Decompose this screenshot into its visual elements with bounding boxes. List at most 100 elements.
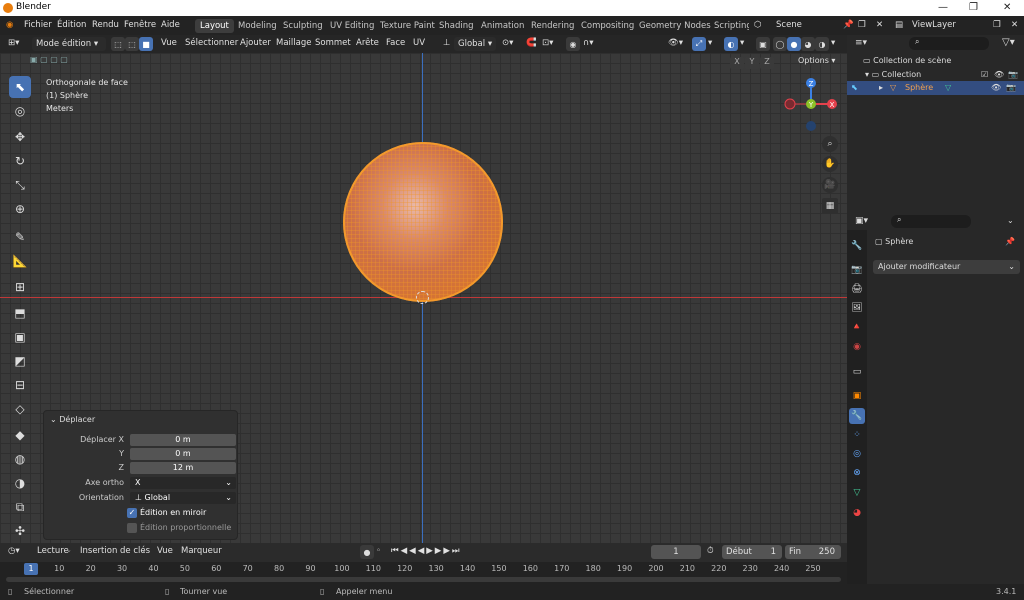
rotate-tool-icon[interactable]: ↻	[9, 150, 31, 172]
sphere-mesh[interactable]	[343, 142, 503, 302]
visibility-icon[interactable]: 👁▾	[668, 38, 683, 48]
3d-cursor-icon[interactable]	[416, 291, 429, 304]
outliner-search-input[interactable]: ⌕	[909, 37, 989, 50]
exclude-checkbox[interactable]: ☑	[981, 70, 988, 79]
add-cube-tool-icon[interactable]: ⊞	[9, 276, 31, 298]
pin-icon[interactable]: 📌	[1005, 237, 1015, 246]
constraints-tab-icon[interactable]: ⊗	[849, 465, 865, 481]
outliner-collection-row[interactable]: ▾ ▭ Collection ☑ 👁 📷	[865, 70, 1023, 79]
operator-panel-header[interactable]: ⌄ Déplacer	[50, 415, 95, 424]
menu-edge[interactable]: Arête	[356, 38, 379, 48]
move-z-field[interactable]: 12 m	[130, 462, 236, 474]
keying-set-icon[interactable]: ◦	[376, 546, 381, 556]
wireframe-shading-icon[interactable]: ◯	[773, 37, 787, 51]
cursor-tool-icon[interactable]: ◎	[9, 100, 31, 122]
edge-select-icon[interactable]: ⬚	[125, 37, 139, 51]
falloff-icon[interactable]: ∩▾	[583, 38, 594, 48]
pan-hand-icon[interactable]: ✋	[822, 156, 838, 172]
select-box-tool-icon[interactable]: ⬉	[9, 76, 31, 98]
overlay-toggle-icon[interactable]: ◐	[724, 37, 738, 51]
material-shading-icon[interactable]: ◕	[801, 37, 815, 51]
proportional-edit-icon[interactable]: ◉	[566, 37, 580, 51]
current-frame-field[interactable]: 1	[651, 545, 701, 559]
menu-file[interactable]: Fichier	[24, 20, 52, 30]
scene-tab-icon[interactable]: 🔺	[849, 319, 865, 335]
view-layer-tab-icon[interactable]: 🖼	[849, 300, 865, 316]
new-scene-icon[interactable]: ❐	[858, 20, 866, 30]
stopwatch-icon[interactable]: ⏱	[707, 546, 714, 556]
options-dropdown[interactable]: Options ▾	[798, 56, 835, 65]
inset-tool-icon[interactable]: ▣	[9, 326, 31, 348]
loop-cut-tool-icon[interactable]: ⊟	[9, 374, 31, 396]
collection-tab-icon[interactable]: ▭	[849, 364, 865, 380]
workspace-tab-uv-editing[interactable]: UV Editing	[325, 19, 379, 33]
orientation-row-dropdown[interactable]: ⊥ Global ⌄	[130, 492, 236, 504]
blender-menu-icon[interactable]: ◉	[6, 20, 13, 30]
scale-tool-icon[interactable]: ⤡	[9, 174, 31, 196]
world-tab-icon[interactable]: ◉	[849, 339, 865, 355]
workspace-tab-sculpting[interactable]: Sculpting	[278, 19, 328, 33]
mirror-checkbox[interactable]: ✓	[127, 508, 137, 518]
menu-mesh[interactable]: Maillage	[276, 38, 311, 48]
snap-icon[interactable]: 🧲	[526, 38, 537, 48]
menu-view[interactable]: Vue	[161, 38, 177, 48]
proportional-checkbox[interactable]	[127, 523, 137, 533]
menu-help[interactable]: Aide	[161, 20, 180, 30]
filter-icon[interactable]: ▽▾	[1002, 37, 1015, 48]
bevel-tool-icon[interactable]: ◩	[9, 350, 31, 372]
vertex-select-icon[interactable]: ⬚	[111, 37, 125, 51]
transform-tool-icon[interactable]: ⊕	[9, 198, 31, 220]
delete-view-layer-icon[interactable]: ✕	[1011, 20, 1018, 30]
gizmo-toggle-icon[interactable]: ⤢	[692, 37, 706, 51]
solid-shading-icon[interactable]: ●	[787, 37, 801, 51]
outliner-scene-collection[interactable]: ▭ Collection de scène	[863, 56, 951, 65]
output-tab-icon[interactable]: 🖨	[849, 281, 865, 297]
move-x-field[interactable]: 0 m	[130, 434, 236, 446]
rendered-shading-icon[interactable]: ◑	[815, 37, 829, 51]
playback-controls[interactable]: ⏮◀◀◀▶▶▶⏭	[391, 546, 462, 556]
menu-face[interactable]: Face	[386, 38, 405, 48]
editor-type-icon[interactable]: ⊞▾	[8, 38, 19, 48]
xray-icon[interactable]: ▣	[756, 37, 770, 51]
gizmo-menu-icon[interactable]: ▾	[708, 38, 712, 48]
outliner-editor-icon[interactable]: ≡▾	[855, 38, 867, 48]
shear-tool-icon[interactable]: ⧉	[9, 496, 31, 518]
move-y-field[interactable]: 0 m	[130, 448, 236, 460]
smooth-tool-icon[interactable]: ◑	[9, 472, 31, 494]
workspace-tab-layout[interactable]: Layout	[195, 19, 234, 33]
workspace-tab-shading[interactable]: Shading	[434, 19, 479, 33]
spin-tool-icon[interactable]: ◍	[9, 448, 31, 470]
outliner-object-row[interactable]: ⬉ ▸ ▽ Sphère ▽ 👁 📷	[847, 81, 1024, 95]
workspace-tab-scripting[interactable]: Scripting	[709, 19, 749, 33]
menu-add[interactable]: Ajouter	[240, 38, 271, 48]
properties-search-input[interactable]: ⌕	[891, 215, 971, 228]
gizmo-z-negative[interactable]	[806, 121, 816, 131]
axis-ortho-dropdown[interactable]: X ⌄	[130, 477, 236, 489]
tool-tab-icon[interactable]: 🔧	[849, 238, 865, 254]
render-camera-icon[interactable]: 📷	[1006, 83, 1016, 92]
camera-view-icon[interactable]: 🎥	[822, 177, 838, 193]
measure-tool-icon[interactable]: 📐	[9, 250, 31, 272]
properties-editor-icon[interactable]: ▣▾	[855, 216, 868, 226]
extrude-tool-icon[interactable]: ⬒	[9, 302, 31, 324]
orientation-dropdown[interactable]: Global ▾	[454, 37, 496, 51]
scene-name[interactable]: Scene	[776, 20, 802, 30]
timeline-area[interactable]: 1 10 20 30 40 50 60 70 80 90 100 110 120 130 140 150 160…	[0, 562, 847, 584]
material-tab-icon[interactable]: ◕	[849, 505, 865, 521]
object-tab-icon[interactable]: ▣	[849, 388, 865, 404]
face-select-icon[interactable]: ■	[139, 37, 153, 51]
end-frame-field[interactable]: Fin 250	[785, 545, 841, 559]
rip-tool-icon[interactable]: ✣	[9, 520, 31, 542]
start-frame-field[interactable]: Début 1	[722, 545, 782, 559]
menu-edit[interactable]: Édition	[57, 20, 86, 30]
modifier-tab-icon[interactable]: 🔧	[849, 408, 865, 424]
menu-render[interactable]: Rendu	[92, 20, 119, 30]
timeline-menu-keying[interactable]: Insertion de clés	[80, 546, 150, 556]
menu-window[interactable]: Fenêtre	[124, 20, 156, 30]
workspace-tab-compositing[interactable]: Compositing	[576, 19, 639, 33]
delete-scene-icon[interactable]: ✕	[876, 20, 883, 30]
shading-menu-icon[interactable]: ▾	[831, 38, 835, 48]
pin-icon[interactable]: 📌	[843, 20, 854, 30]
close-window-button[interactable]: ✕	[1003, 2, 1011, 13]
timeline-scrollbar[interactable]	[6, 577, 841, 582]
